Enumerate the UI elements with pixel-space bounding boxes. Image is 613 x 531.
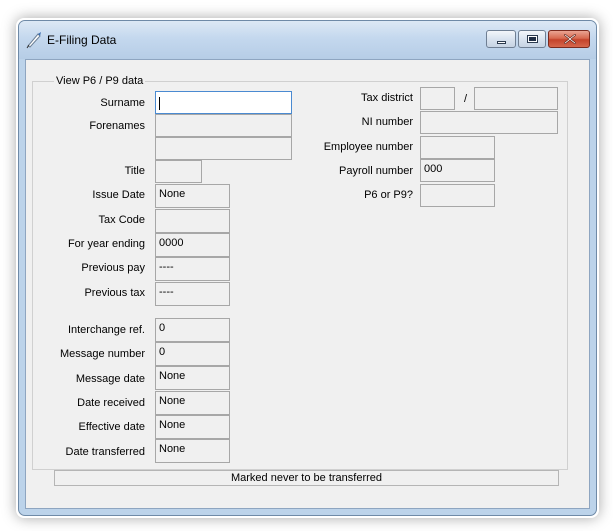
- message-date-field[interactable]: None: [155, 366, 230, 390]
- message-number-label: Message number: [60, 348, 145, 360]
- previous-pay-label: Previous pay: [81, 262, 145, 274]
- status-bar: Marked never to be transferred: [54, 470, 559, 486]
- close-button[interactable]: [548, 30, 590, 48]
- minimize-icon: [497, 41, 506, 44]
- previous-tax-field[interactable]: ----: [155, 282, 230, 306]
- text-caret: [159, 97, 160, 110]
- tax-code-label: Tax Code: [98, 214, 145, 226]
- surname-label: Surname: [100, 97, 145, 109]
- ni-number-input[interactable]: [420, 111, 558, 134]
- payroll-number-field[interactable]: 000: [420, 159, 495, 182]
- message-number-field[interactable]: 0: [155, 342, 230, 366]
- title-input[interactable]: [155, 160, 202, 183]
- date-transferred-label: Date transferred: [65, 446, 145, 458]
- previous-pay-field[interactable]: ----: [155, 257, 230, 281]
- ni-number-label: NI number: [361, 116, 413, 128]
- effective-date-field[interactable]: None: [155, 415, 230, 439]
- issue-date-label: Issue Date: [92, 189, 145, 201]
- date-received-field[interactable]: None: [155, 391, 230, 415]
- interchange-ref-field[interactable]: 0: [155, 318, 230, 342]
- maximize-icon: [527, 35, 538, 43]
- effective-date-label: Effective date: [78, 421, 145, 433]
- employee-number-label: Employee number: [323, 141, 413, 153]
- title-bar[interactable]: E-Filing Data: [19, 21, 596, 59]
- interchange-ref-label: Interchange ref.: [67, 324, 145, 336]
- status-text: Marked never to be transferred: [230, 472, 383, 484]
- tax-district-label: Tax district: [361, 92, 413, 104]
- minimize-button[interactable]: [486, 30, 516, 48]
- issue-date-field[interactable]: None: [155, 184, 230, 208]
- year-ending-field[interactable]: 0000: [155, 233, 230, 257]
- message-date-label: Message date: [75, 373, 145, 385]
- surname-input[interactable]: [155, 91, 292, 114]
- year-ending-label: For year ending: [67, 238, 145, 250]
- previous-tax-label: Previous tax: [84, 287, 145, 299]
- quill-pen-icon: [25, 31, 43, 49]
- payroll-number-label: Payroll number: [339, 165, 413, 177]
- p6-or-p9-field[interactable]: [420, 184, 495, 207]
- tax-code-field[interactable]: [155, 209, 230, 233]
- p6-or-p9-label: P6 or P9?: [364, 189, 413, 201]
- forenames-input[interactable]: [155, 114, 292, 137]
- tax-district-input-2[interactable]: [474, 87, 558, 110]
- window-title: E-Filing Data: [47, 33, 117, 47]
- date-transferred-field[interactable]: None: [155, 439, 230, 463]
- forenames-label: Forenames: [89, 120, 145, 132]
- tax-district-separator: /: [464, 93, 468, 105]
- group-legend: View P6 / P9 data: [54, 75, 146, 87]
- forenames-input-2[interactable]: [155, 137, 292, 160]
- close-icon: [564, 34, 576, 44]
- date-received-label: Date received: [77, 397, 145, 409]
- employee-number-input[interactable]: [420, 136, 495, 159]
- tax-district-input-1[interactable]: [420, 87, 455, 110]
- maximize-button[interactable]: [518, 30, 546, 48]
- title-label: Title: [124, 165, 145, 177]
